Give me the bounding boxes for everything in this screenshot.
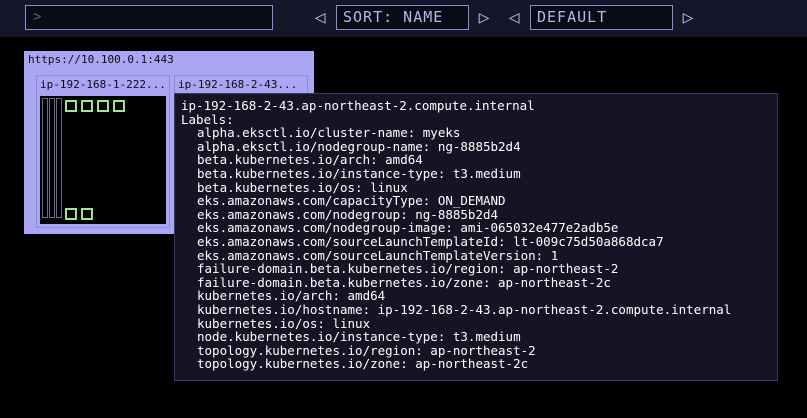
pod-icon[interactable] (81, 208, 93, 220)
tooltip-label: beta.kubernetes.io/os: linux (197, 179, 408, 195)
node-tooltip: ip-192-168-2-43.ap-northeast-2.compute.i… (174, 93, 778, 381)
pod-icon[interactable] (81, 100, 93, 112)
tooltip-label: alpha.eksctl.io/cluster-name: myeks (197, 125, 461, 141)
tooltip-label: eks.amazonaws.com/sourceLaunchTemplateVe… (197, 247, 559, 263)
tooltip-label: topology.kubernetes.io/region: ap-northe… (197, 342, 536, 358)
sort-next-icon[interactable]: ▷ (475, 4, 493, 32)
node-title: ip-192-168-1-222... (40, 78, 164, 91)
tooltip-label: beta.kubernetes.io/arch: amd64 (197, 152, 423, 168)
tooltip-label: alpha.eksctl.io/nodegroup-name: ng-8885b… (197, 138, 521, 154)
node-body (40, 96, 166, 224)
tooltip-label: kubernetes.io/hostname: ip-192-168-2-43.… (197, 301, 732, 317)
memory-bar (49, 98, 55, 218)
pod-icon[interactable] (65, 208, 77, 220)
sort-prev-icon[interactable]: ◁ (311, 4, 329, 32)
tooltip-label: node.kubernetes.io/instance-type: t3.med… (197, 329, 521, 345)
tooltip-hostname: ip-192-168-2-43.ap-northeast-2.compute.i… (181, 98, 535, 113)
cpu-bar (42, 98, 48, 218)
pod-icon[interactable] (113, 100, 125, 112)
top-bar: > ◁ SORT: NAME ▷ ◁ DEFAULT ▷ (0, 0, 807, 37)
node-title: ip-192-168-2-43... (178, 78, 298, 91)
tooltip-label: failure-domain.beta.kubernetes.io/region… (197, 261, 619, 277)
pod-icon[interactable] (65, 100, 77, 112)
preset-next-icon[interactable]: ▷ (679, 4, 697, 32)
tooltip-label: kubernetes.io/os: linux (197, 315, 371, 331)
tooltip-label: eks.amazonaws.com/capacityType: ON_DEMAN… (197, 193, 506, 209)
preset-selector[interactable]: DEFAULT (530, 5, 673, 30)
preset-prev-icon[interactable]: ◁ (505, 4, 523, 32)
node-card[interactable]: ip-192-168-1-222... (36, 75, 170, 228)
tooltip-label: eks.amazonaws.com/nodegroup: ng-8885b2d4 (197, 206, 499, 222)
tooltip-label: failure-domain.beta.kubernetes.io/zone: … (197, 274, 611, 290)
tooltip-labels-header: Labels: (181, 111, 234, 127)
tooltip-label: eks.amazonaws.com/nodegroup-image: ami-0… (197, 220, 619, 236)
filter-input[interactable]: > (25, 5, 273, 30)
pod-icon[interactable] (97, 100, 109, 112)
cluster-title: https://10.100.0.1:443 (28, 53, 174, 66)
tooltip-label: topology.kubernetes.io/zone: ap-northeas… (197, 356, 529, 372)
pod-count-bar (56, 98, 62, 218)
tooltip-label: beta.kubernetes.io/instance-type: t3.med… (197, 165, 521, 181)
sort-selector[interactable]: SORT: NAME (336, 5, 469, 30)
tooltip-label: kubernetes.io/arch: amd64 (197, 288, 386, 304)
tooltip-label: eks.amazonaws.com/sourceLaunchTemplateId… (197, 233, 664, 249)
